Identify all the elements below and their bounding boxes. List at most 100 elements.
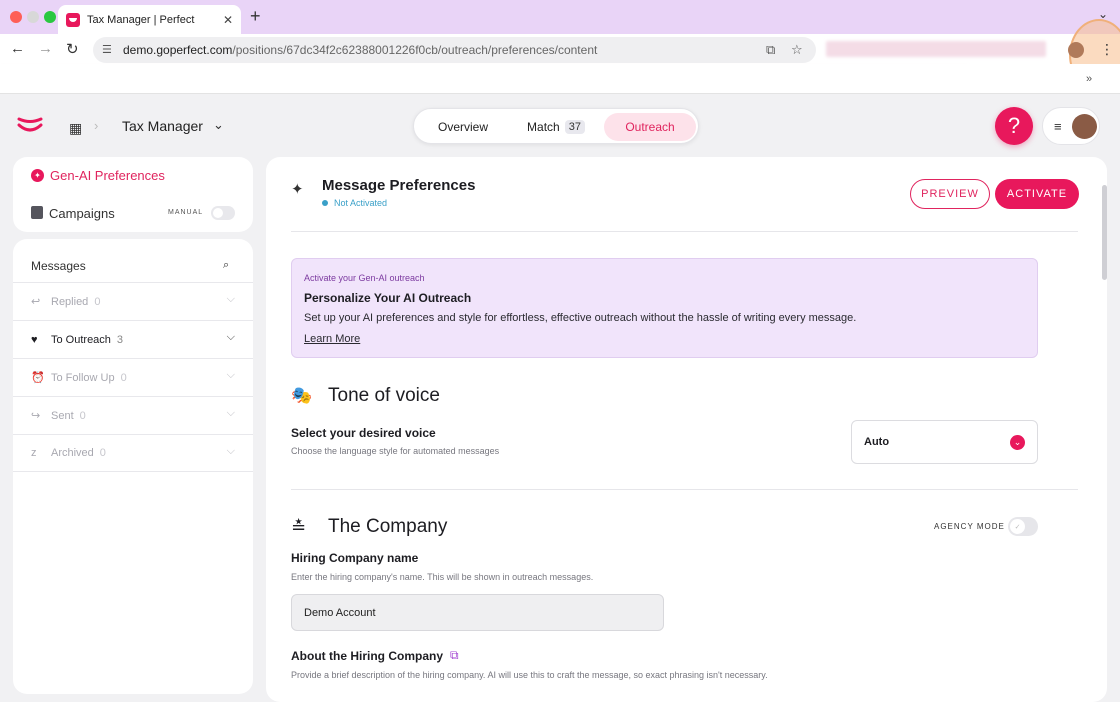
status-text: Not Activated	[334, 198, 388, 208]
tone-of-voice-heading: Tone of voice	[328, 385, 440, 406]
company-list-icon: ≛	[291, 517, 307, 537]
apps-grid-icon[interactable]: ▦	[69, 120, 82, 137]
chevron-down-icon[interactable]: ⌵	[227, 293, 235, 306]
help-button[interactable]: ?	[995, 107, 1033, 145]
manual-toggle[interactable]	[211, 206, 235, 220]
sidebar-item-genai-preferences[interactable]: Gen-AI Preferences	[50, 168, 165, 183]
browser-menu-icon[interactable]: ⋮	[1100, 41, 1114, 58]
tab-overview[interactable]: Overview	[426, 113, 500, 141]
job-title[interactable]: Tax Manager	[122, 118, 203, 134]
activate-button[interactable]: ACTIVATE	[995, 179, 1079, 209]
company-name-hint: Enter the hiring company's name. This wi…	[291, 572, 594, 582]
tab-title: Tax Manager | Perfect	[87, 13, 195, 26]
tab-match[interactable]: Match 37	[518, 113, 594, 141]
genai-icon: ✦	[31, 169, 44, 182]
install-app-icon[interactable]: ⧉	[766, 42, 775, 58]
row-count: 0	[99, 447, 106, 459]
preview-button[interactable]: PREVIEW	[910, 179, 990, 209]
new-tab-button[interactable]: +	[250, 6, 261, 27]
main-nav: Overview Match 37 Outreach	[413, 108, 699, 144]
status-badge: Not Activated	[322, 198, 387, 208]
list-item[interactable]: ↪ Sent 0 ⌵	[13, 396, 253, 434]
ai-assist-icon[interactable]: ⧉	[450, 648, 459, 663]
heart-icon: ♥	[31, 333, 38, 346]
window-minimize-button[interactable]	[27, 11, 39, 23]
agency-mode-label: AGENCY MODE	[934, 522, 1005, 531]
perfect-favicon-icon	[66, 12, 80, 27]
theater-masks-icon: 🎭	[291, 386, 313, 405]
sleep-icon: z	[31, 447, 37, 459]
panel-scrollbar[interactable]	[1102, 185, 1107, 280]
messages-search-icon[interactable]: ⌕	[223, 259, 229, 272]
tab-outreach[interactable]: Outreach	[604, 113, 696, 141]
url-path: /positions/67dc34f2c62388001226f0cb/outr…	[232, 43, 598, 57]
job-dropdown-chevron-icon[interactable]: ⌄	[213, 117, 224, 133]
bookmarks-overflow-icon[interactable]: »	[1086, 73, 1092, 85]
window-close-button[interactable]	[10, 11, 22, 23]
bookmarks-bar	[0, 64, 1120, 94]
chevron-down-icon: ⌄	[1010, 435, 1025, 450]
url-field[interactable]: ☰ demo.goperfect.com/positions/67dc34f2c…	[93, 37, 816, 63]
browser-tab[interactable]: Tax Manager | Perfect ✕	[58, 5, 241, 34]
chevron-down-icon[interactable]: ⌵	[227, 369, 235, 382]
about-company-label: About the Hiring Company	[291, 649, 443, 663]
genai-promo-banner: Activate your Gen-AI outreach Personaliz…	[291, 258, 1038, 358]
row-label: To Follow Up	[51, 371, 115, 384]
row-count: 0	[94, 295, 101, 308]
manual-label: MANUAL	[168, 209, 204, 216]
status-dot-icon	[322, 200, 328, 206]
row-label: Archived	[51, 447, 94, 459]
agency-mode-toggle[interactable]: ✓	[1008, 517, 1038, 536]
match-count-badge: 37	[564, 120, 585, 134]
voice-hint: Choose the language style for automated …	[291, 446, 500, 456]
company-name-label: Hiring Company name	[291, 551, 419, 565]
sparkle-icon: ✦	[291, 181, 304, 198]
reload-icon[interactable]: ↻	[66, 40, 79, 58]
voice-label: Select your desired voice	[291, 426, 436, 440]
user-avatar	[1072, 114, 1097, 139]
window-maximize-button[interactable]	[44, 11, 56, 23]
chevron-down-icon[interactable]: ⌵	[227, 331, 235, 344]
promo-eyebrow: Activate your Gen-AI outreach	[304, 273, 425, 283]
bookmark-star-icon[interactable]: ☆	[791, 42, 803, 58]
tab-match-label: Match	[527, 120, 560, 134]
tab-overview-label: Overview	[437, 120, 488, 134]
list-item[interactable]: ♥ To Outreach 3 ⌵	[13, 320, 253, 358]
row-count: 3	[116, 333, 124, 346]
row-label: Sent	[51, 409, 74, 422]
breadcrumb-chevron-icon: ›	[94, 118, 99, 133]
learn-more-link[interactable]: Learn More	[304, 333, 360, 345]
promo-description: Set up your AI preferences and style for…	[304, 312, 857, 324]
voice-select-value: Auto	[864, 436, 890, 448]
check-icon: ✓	[1010, 519, 1025, 534]
messages-panel: Messages ⌕ ↩ Replied 0 ⌵ ♥ To Outreach 3…	[13, 239, 253, 694]
user-menu-button[interactable]: ≡	[1042, 107, 1100, 145]
page-title: Message Preferences	[322, 177, 476, 194]
list-item[interactable]: z Archived 0 ⌵	[13, 434, 253, 472]
reply-icon: ↩	[31, 296, 41, 308]
perfect-logo-icon[interactable]	[17, 117, 43, 133]
list-item[interactable]: ⏰ To Follow Up 0 ⌵	[13, 358, 253, 396]
voice-select[interactable]: Auto ⌄	[851, 420, 1038, 464]
sidebar-item-campaigns[interactable]: Campaigns	[49, 206, 115, 221]
chevron-down-icon[interactable]: ⌵	[227, 407, 235, 420]
row-count: 0	[120, 371, 127, 384]
profile-avatar[interactable]	[1068, 42, 1084, 58]
site-settings-icon[interactable]: ☰	[102, 43, 112, 56]
url-domain: demo.goperfect.com	[123, 43, 233, 57]
list-item[interactable]: ↩ Replied 0 ⌵	[13, 282, 253, 320]
tab-outreach-label: Outreach	[625, 120, 675, 134]
company-name-field[interactable]: Demo Account	[291, 594, 664, 631]
sent-icon: ↪	[31, 410, 41, 422]
blurred-extension-area	[826, 41, 1046, 57]
promo-title: Personalize Your AI Outreach	[304, 291, 472, 305]
back-icon[interactable]: ←	[10, 40, 25, 57]
alarm-icon: ⏰	[31, 372, 45, 384]
row-count: 0	[79, 409, 86, 422]
campaigns-icon	[31, 206, 43, 219]
forward-icon[interactable]: →	[38, 40, 53, 57]
row-label: Replied	[51, 295, 89, 308]
tab-close-icon[interactable]: ✕	[223, 13, 233, 27]
company-heading: The Company	[328, 516, 448, 537]
chevron-down-icon[interactable]: ⌵	[227, 445, 235, 458]
